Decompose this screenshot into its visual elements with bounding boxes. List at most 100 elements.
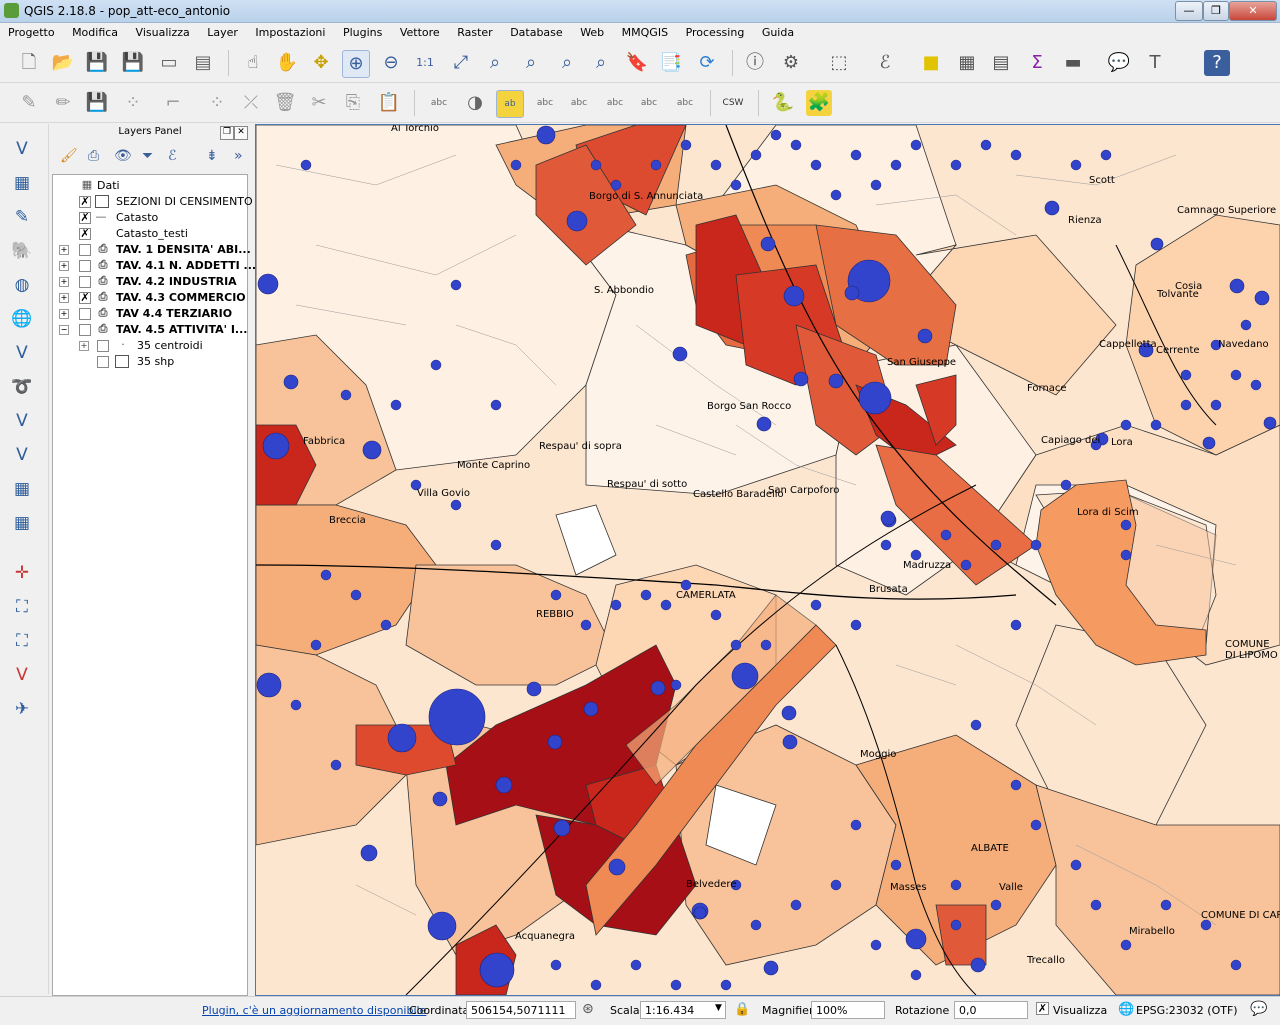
map-tips-bubble-icon[interactable]: 💬	[1106, 50, 1132, 76]
expand-icon[interactable]: +	[59, 293, 69, 303]
layer-checkbox[interactable]	[79, 260, 91, 272]
add-db2-layer-icon[interactable]: V	[8, 662, 36, 688]
identify-features-icon[interactable]: ⓘ	[742, 50, 768, 76]
layer-row[interactable]: + · 35 centroidi	[53, 338, 247, 354]
text-annotation-icon[interactable]: T	[1142, 50, 1168, 76]
csw-icon[interactable]: CSW	[720, 90, 746, 116]
layer-row[interactable]: ✗ Catasto_testi	[53, 226, 247, 242]
field-calculator-icon[interactable]: ▤	[988, 50, 1014, 76]
help-icon[interactable]: ?	[1204, 50, 1230, 76]
menu-modifica[interactable]: Modifica	[64, 23, 124, 39]
filter-legend-icon[interactable]: ⏷	[142, 148, 153, 164]
measure-line-icon[interactable]: ▬	[1060, 50, 1086, 76]
new-shapefile-icon[interactable]: V	[8, 442, 36, 468]
menu-raster[interactable]: Raster	[449, 23, 498, 39]
chevron-down-icon[interactable]: ▼	[715, 1003, 722, 1013]
layer-group-row[interactable]: − ⎙ TAV. 4.5 ATTIVITA' I...	[53, 322, 247, 338]
refresh-icon[interactable]: ⟳	[694, 50, 720, 76]
layer-row[interactable]: 35 shp	[53, 354, 247, 370]
menu-database[interactable]: Database	[502, 23, 569, 39]
zoom-to-selection-icon[interactable]: ⌕	[482, 50, 508, 76]
layer-checkbox[interactable]: ✗	[79, 228, 91, 240]
touch-zoom-icon[interactable]: ☝	[240, 50, 266, 76]
layer-row[interactable]: ▦ Dati	[53, 178, 247, 194]
rotation-spinbox[interactable]: 0,0	[954, 1001, 1028, 1019]
expand-icon[interactable]: +	[59, 245, 69, 255]
add-mssql-layer-icon[interactable]: V	[8, 408, 36, 434]
add-oracle-layer-icon[interactable]: ⛶	[8, 628, 36, 654]
pin-labels-icon[interactable]: ab	[496, 90, 524, 118]
layer-group-row[interactable]: + ⎙ TAV. 1 DENSITA' ABI...	[53, 242, 251, 258]
zoom-full-icon[interactable]: ⤢	[448, 50, 474, 76]
add-feature-icon[interactable]: ⁘	[120, 90, 146, 116]
layer-checkbox[interactable]	[79, 324, 91, 336]
georeferencer-icon[interactable]: ✈	[8, 696, 36, 722]
magnifier-spinbox[interactable]: 100%	[811, 1001, 885, 1019]
select-features-icon[interactable]: ⬚	[826, 50, 852, 76]
attribute-table-icon[interactable]: ▦	[954, 50, 980, 76]
add-point-icon[interactable]: ✛	[8, 560, 36, 586]
diagram-icon[interactable]: ◑	[462, 90, 488, 116]
filter-expression-icon[interactable]: ℰ	[168, 148, 176, 164]
add-wcs-layer-icon[interactable]: ⛶	[8, 594, 36, 620]
node-tool-icon[interactable]: ⁘	[204, 90, 230, 116]
deselect-all-icon[interactable]: ■	[918, 50, 944, 76]
pan-map-icon[interactable]: ✋	[274, 50, 300, 76]
label-toolbar-icon[interactable]: abc	[426, 90, 452, 116]
add-vector-layer-icon[interactable]: V	[8, 136, 36, 162]
layer-checkbox[interactable]	[97, 356, 109, 368]
layer-checkbox[interactable]: ✗	[79, 196, 91, 208]
layer-checkbox[interactable]: ✗	[79, 292, 91, 304]
add-wfs-layer-icon[interactable]: V	[8, 340, 36, 366]
map-tips-icon[interactable]: ⚙	[778, 50, 804, 76]
more-icon[interactable]: »	[234, 148, 243, 164]
minimize-button[interactable]: —	[1175, 1, 1203, 21]
toggle-editing-icon[interactable]: ✎	[16, 90, 42, 116]
paste-features-icon[interactable]: 📋	[376, 90, 402, 116]
layer-checkbox[interactable]	[79, 244, 91, 256]
close-button[interactable]: ✕	[1229, 1, 1277, 21]
layer-checkbox[interactable]	[97, 340, 109, 352]
save-project-icon[interactable]: 💾	[84, 50, 110, 76]
layer-checkbox[interactable]	[79, 276, 91, 288]
expand-icon[interactable]: +	[59, 261, 69, 271]
expand-icon[interactable]: +	[59, 309, 69, 319]
menu-vettore[interactable]: Vettore	[392, 23, 446, 39]
layer-checkbox[interactable]: ✗	[79, 212, 91, 224]
move-feature-icon[interactable]: ⌐	[160, 90, 186, 116]
add-group-icon[interactable]: ⎙	[88, 148, 99, 164]
layer-group-row[interactable]: + ⎙ TAV 4.4 TERZIARIO	[53, 306, 247, 322]
close-panel-button[interactable]: ✕	[234, 126, 248, 140]
crs-button[interactable]: EPSG:23032 (OTF)	[1136, 1004, 1238, 1017]
menu-plugins[interactable]: Plugins	[335, 23, 388, 39]
layer-group-row[interactable]: + ⎙ TAV. 4.2 INDUSTRIA	[53, 274, 247, 290]
collapse-icon[interactable]: −	[59, 325, 69, 335]
save-as-icon[interactable]: 💾	[120, 50, 146, 76]
new-print-composer-icon[interactable]: ▭	[156, 50, 182, 76]
edit-pencil-icon[interactable]: ✏	[50, 90, 76, 116]
menu-processing[interactable]: Processing	[678, 23, 751, 39]
cut-features-icon[interactable]: ✂	[306, 90, 332, 116]
maximize-button[interactable]: ❐	[1203, 1, 1229, 21]
layer-checkbox[interactable]	[79, 308, 91, 320]
add-wms-layer-icon[interactable]: 🌐	[8, 306, 36, 332]
composer-manager-icon[interactable]: ▤	[190, 50, 216, 76]
rotate-label-icon[interactable]: abc	[602, 90, 628, 116]
expand-icon[interactable]: +	[79, 341, 89, 351]
trash-icon[interactable]: 🗑	[272, 90, 298, 116]
menu-web[interactable]: Web	[572, 23, 610, 39]
menu-layer[interactable]: Layer	[199, 23, 244, 39]
map-canvas[interactable]: Al Torchio Borgo di S. Annunciata S. Abb…	[255, 124, 1280, 996]
zoom-next-icon[interactable]: ⌕	[588, 50, 614, 76]
menu-progetto[interactable]: Progetto	[0, 23, 61, 39]
change-label-icon[interactable]: abc	[636, 90, 662, 116]
zoom-to-layer-icon[interactable]: ⌕	[518, 50, 544, 76]
menu-guida[interactable]: Guida	[754, 23, 800, 39]
add-delimited-text-icon[interactable]: ✎	[8, 204, 36, 230]
show-bookmarks-icon[interactable]: 📑	[658, 50, 684, 76]
style-manager-icon[interactable]: 🖌	[60, 148, 78, 164]
zoom-native-icon[interactable]: 1:1	[412, 50, 438, 76]
layer-group-row[interactable]: + ⎙ TAV. 4.1 N. ADDETTI ...	[53, 258, 256, 274]
pan-to-selection-icon[interactable]: ✥	[308, 50, 334, 76]
menu-mmqgis[interactable]: MMQGIS	[614, 23, 674, 39]
